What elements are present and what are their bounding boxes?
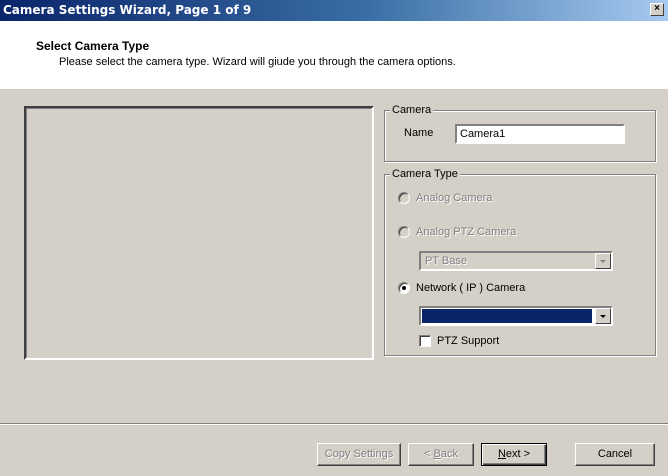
camera-type-legend: Camera Type: [390, 168, 460, 180]
title-bar[interactable]: Camera Settings Wizard, Page 1 of 9 ×: [0, 0, 668, 21]
radio-circle-icon: [398, 226, 410, 238]
camera-preview-area: [26, 108, 372, 358]
next-button[interactable]: Next >: [481, 443, 547, 466]
camera-group: Camera Name: [384, 104, 656, 162]
footer-divider-highlight: [0, 424, 668, 425]
analog-ptz-camera-label: Analog PTZ Camera: [416, 226, 517, 238]
close-button[interactable]: ×: [650, 3, 664, 16]
page-subtitle: Please select the camera type. Wizard wi…: [59, 56, 456, 68]
network-camera-radio[interactable]: Network ( IP ) Camera: [398, 281, 525, 295]
back-rest: ack: [440, 448, 458, 460]
ptz-base-select[interactable]: PT Base: [419, 251, 613, 271]
next-accel: N: [497, 448, 506, 460]
analog-camera-radio[interactable]: Analog Camera: [398, 191, 492, 205]
ptz-support-label: PTZ Support: [437, 335, 500, 347]
wizard-header: Select Camera Type Please select the cam…: [0, 21, 668, 89]
camera-group-legend: Camera: [390, 104, 434, 116]
page-title: Select Camera Type: [36, 39, 150, 53]
copy-settings-button[interactable]: Copy Settings: [317, 443, 401, 466]
chevron-down-icon[interactable]: [595, 308, 611, 324]
back-prefix: <: [424, 448, 434, 460]
network-camera-label: Network ( IP ) Camera: [416, 282, 526, 294]
network-camera-value: [422, 309, 592, 323]
radio-circle-icon: [398, 192, 410, 204]
camera-name-input[interactable]: [455, 124, 625, 144]
header-divider: [0, 88, 668, 89]
checkbox-icon: [419, 335, 431, 347]
ptz-support-checkbox[interactable]: PTZ Support: [419, 335, 499, 347]
wizard-window: Camera Settings Wizard, Page 1 of 9 × Se…: [0, 0, 668, 476]
window-title: Camera Settings Wizard, Page 1 of 9: [3, 3, 252, 17]
ptz-base-value: PT Base: [425, 255, 467, 267]
back-button[interactable]: < Back: [408, 443, 474, 466]
network-camera-select[interactable]: [419, 306, 613, 326]
analog-camera-label: Analog Camera: [416, 192, 493, 204]
analog-ptz-camera-radio[interactable]: Analog PTZ Camera: [398, 225, 516, 239]
cancel-button[interactable]: Cancel: [575, 443, 655, 466]
camera-type-group: Camera Type Analog Camera Analog PTZ Cam…: [384, 168, 656, 356]
name-label: Name: [404, 127, 434, 139]
chevron-down-icon[interactable]: [595, 253, 611, 269]
camera-preview-panel: [24, 106, 374, 360]
radio-circle-icon: [398, 282, 410, 294]
back-accel: B: [433, 448, 441, 460]
next-rest: ext >: [505, 448, 531, 460]
